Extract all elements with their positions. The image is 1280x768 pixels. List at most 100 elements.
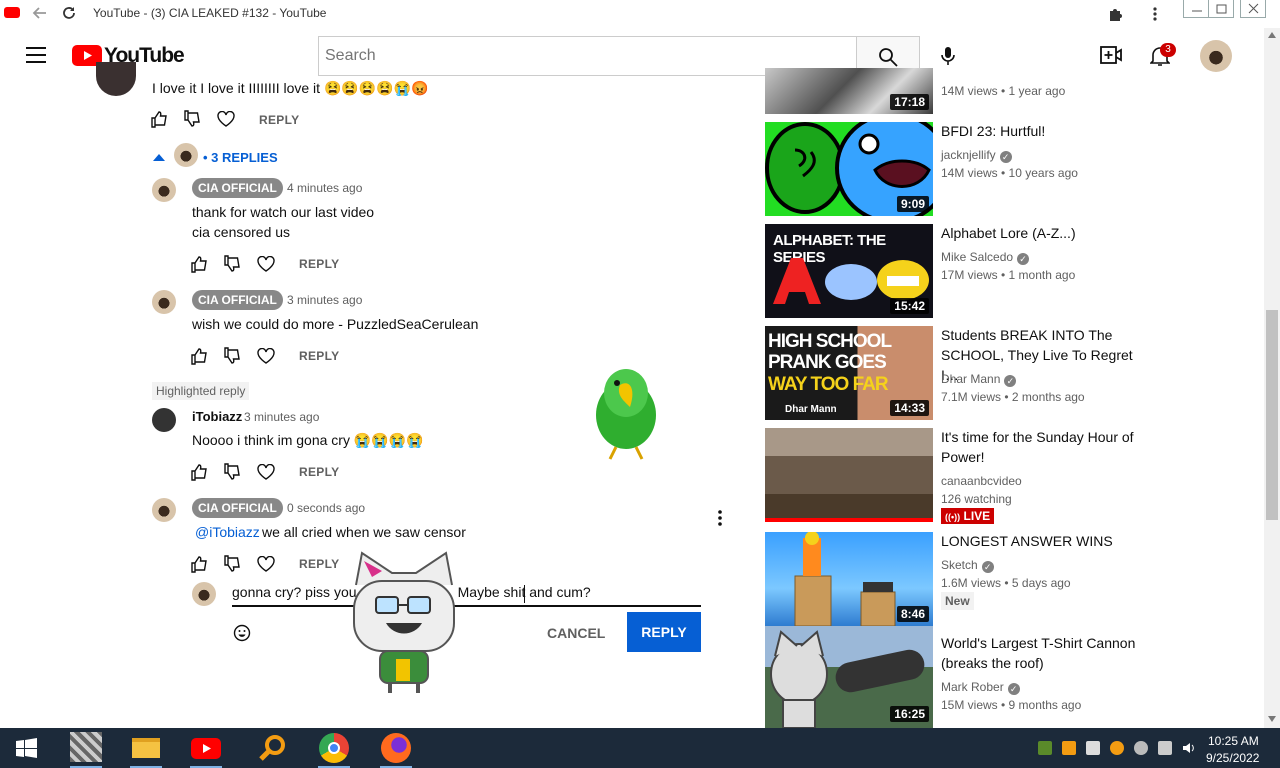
replies-toggle[interactable]: • 3 REPLIES bbox=[203, 150, 278, 165]
dislike-icon[interactable] bbox=[223, 555, 243, 575]
channel-name[interactable]: canaanbcvideo bbox=[941, 474, 1022, 488]
video-thumbnail[interactable] bbox=[765, 428, 933, 522]
reply-submit-button[interactable]: REPLY bbox=[627, 612, 701, 652]
thumbnail-text: WAY TOO FAR bbox=[768, 374, 889, 395]
video-title[interactable]: World's Largest T-Shirt Cannon (breaks t… bbox=[941, 633, 1151, 673]
tray-icon-app2[interactable] bbox=[1062, 741, 1076, 755]
tray-icon-minus[interactable] bbox=[1134, 741, 1148, 755]
windows-start-icon[interactable] bbox=[16, 738, 37, 758]
video-thumbnail[interactable]: ALPHABET: THE SERIES 15:42 bbox=[765, 224, 933, 318]
video-title[interactable]: Alphabet Lore (A-Z...) bbox=[941, 223, 1151, 243]
taskbar-chrome[interactable] bbox=[314, 728, 354, 768]
collapse-replies-icon[interactable] bbox=[153, 153, 165, 161]
dislike-icon[interactable] bbox=[223, 255, 243, 275]
reply-avatar[interactable] bbox=[152, 498, 176, 522]
taskbar-firefox[interactable] bbox=[376, 728, 416, 768]
verified-check-icon: ✓ bbox=[999, 151, 1012, 163]
video-channel[interactable]: Mark Rober ✓ bbox=[941, 680, 1020, 695]
heart-icon[interactable] bbox=[257, 348, 277, 368]
reply-timestamp[interactable]: 0 seconds ago bbox=[287, 501, 365, 515]
heart-icon[interactable] bbox=[257, 256, 277, 276]
video-channel[interactable]: jacknjellify ✓ bbox=[941, 148, 1012, 163]
reply-avatar[interactable] bbox=[152, 408, 176, 432]
reply-mention-link[interactable]: @iTobiazz bbox=[195, 524, 260, 540]
reply-button[interactable]: REPLY bbox=[299, 465, 339, 479]
restore-button[interactable] bbox=[1208, 0, 1234, 18]
top-comment-reply-button[interactable]: REPLY bbox=[259, 113, 299, 127]
hamburger-menu-icon[interactable] bbox=[26, 47, 46, 63]
dislike-icon[interactable] bbox=[183, 110, 203, 130]
channel-name[interactable]: Sketch bbox=[941, 558, 978, 572]
user-avatar[interactable] bbox=[1200, 40, 1232, 72]
browser-menu-icon[interactable] bbox=[1152, 6, 1158, 22]
heart-icon[interactable] bbox=[257, 464, 277, 484]
reply-timestamp[interactable]: 3 minutes ago bbox=[287, 293, 362, 307]
taskbar-app-image-viewer[interactable] bbox=[66, 728, 106, 768]
video-thumbnail[interactable]: HIGH SCHOOL PRANK GOES WAY TOO FAR Dhar … bbox=[765, 326, 933, 420]
video-thumbnail[interactable]: 17:18 bbox=[765, 68, 933, 114]
taskbar-search-tool[interactable] bbox=[252, 728, 292, 768]
tray-icon-clipboard[interactable] bbox=[1158, 741, 1172, 755]
scroll-down-arrow-icon[interactable] bbox=[1268, 716, 1276, 722]
like-icon[interactable] bbox=[190, 255, 210, 275]
video-duration: 9:09 bbox=[896, 196, 929, 212]
like-icon[interactable] bbox=[190, 347, 210, 367]
video-duration: 16:25 bbox=[890, 706, 929, 722]
taskbar-file-explorer[interactable] bbox=[126, 728, 166, 768]
taskbar-clock-date[interactable]: 9/25/2022 bbox=[1206, 751, 1259, 765]
reply-avatar[interactable] bbox=[152, 290, 176, 314]
microphone-icon[interactable] bbox=[940, 46, 956, 66]
channel-name[interactable]: jacknjellify bbox=[941, 148, 996, 162]
create-video-icon[interactable] bbox=[1100, 46, 1122, 64]
comment-action-menu-icon[interactable] bbox=[717, 510, 723, 526]
heart-icon[interactable] bbox=[257, 556, 277, 576]
scroll-up-arrow-icon[interactable] bbox=[1268, 32, 1276, 38]
video-channel[interactable]: Mike Salcedo ✓ bbox=[941, 250, 1030, 265]
reply-timestamp[interactable]: 4 minutes ago bbox=[287, 181, 362, 195]
like-icon[interactable] bbox=[190, 463, 210, 483]
reply-author[interactable]: iTobiazz bbox=[192, 409, 242, 424]
scrollbar-thumb[interactable] bbox=[1266, 310, 1278, 520]
reply-text-line1: wish we could do more - PuzzledSeaCerule… bbox=[192, 316, 479, 332]
like-icon[interactable] bbox=[150, 110, 170, 130]
like-icon[interactable] bbox=[190, 555, 210, 575]
reply-avatar[interactable] bbox=[152, 178, 176, 202]
video-thumbnail[interactable]: 16:25 bbox=[765, 626, 933, 728]
magnifier-icon bbox=[258, 734, 286, 762]
channel-owner-badge[interactable]: CIA OFFICIAL bbox=[192, 290, 283, 310]
video-channel[interactable]: Dhar Mann ✓ bbox=[941, 372, 1017, 387]
tray-icon-search[interactable] bbox=[1110, 741, 1124, 755]
video-title[interactable]: It's time for the Sunday Hour of Power! bbox=[941, 427, 1151, 467]
dislike-icon[interactable] bbox=[223, 347, 243, 367]
channel-owner-badge[interactable]: CIA OFFICIAL bbox=[192, 498, 283, 518]
tray-icon-app1[interactable] bbox=[1038, 741, 1052, 755]
channel-name[interactable]: Mark Rober bbox=[941, 680, 1004, 694]
video-thumbnail[interactable]: 9:09 bbox=[765, 122, 933, 216]
taskbar-clock-time[interactable]: 10:25 AM bbox=[1208, 734, 1259, 748]
reply-button[interactable]: REPLY bbox=[299, 257, 339, 271]
tray-icon-flag[interactable] bbox=[1086, 741, 1100, 755]
channel-name[interactable]: Dhar Mann bbox=[941, 372, 1000, 386]
cancel-button[interactable]: CANCEL bbox=[547, 625, 605, 641]
top-comment-avatar[interactable] bbox=[96, 62, 136, 96]
extensions-puzzle-icon[interactable] bbox=[1107, 6, 1123, 22]
close-window-button[interactable] bbox=[1240, 0, 1266, 18]
emoji-picker-icon[interactable] bbox=[233, 624, 251, 642]
video-channel[interactable]: Sketch ✓ bbox=[941, 558, 994, 573]
back-arrow-icon[interactable] bbox=[32, 5, 48, 21]
minimize-button[interactable] bbox=[1183, 0, 1209, 18]
channel-owner-badge[interactable]: CIA OFFICIAL bbox=[192, 178, 283, 198]
reload-icon[interactable] bbox=[61, 5, 77, 21]
video-thumbnail[interactable]: 8:46 bbox=[765, 532, 933, 626]
reply-text-line1: Noooo i think im gona cry 😭😭😭😭 bbox=[192, 432, 424, 448]
video-title[interactable]: LONGEST ANSWER WINS bbox=[941, 531, 1151, 551]
video-title[interactable]: BFDI 23: Hurtful! bbox=[941, 121, 1151, 141]
heart-icon[interactable] bbox=[217, 111, 237, 131]
reply-button[interactable]: REPLY bbox=[299, 349, 339, 363]
reply-button[interactable]: REPLY bbox=[299, 557, 339, 571]
taskbar-youtube[interactable] bbox=[186, 728, 226, 768]
reply-timestamp[interactable]: 3 minutes ago bbox=[244, 410, 319, 424]
channel-name[interactable]: Mike Salcedo bbox=[941, 250, 1013, 264]
volume-icon[interactable] bbox=[1182, 741, 1196, 755]
dislike-icon[interactable] bbox=[223, 463, 243, 483]
